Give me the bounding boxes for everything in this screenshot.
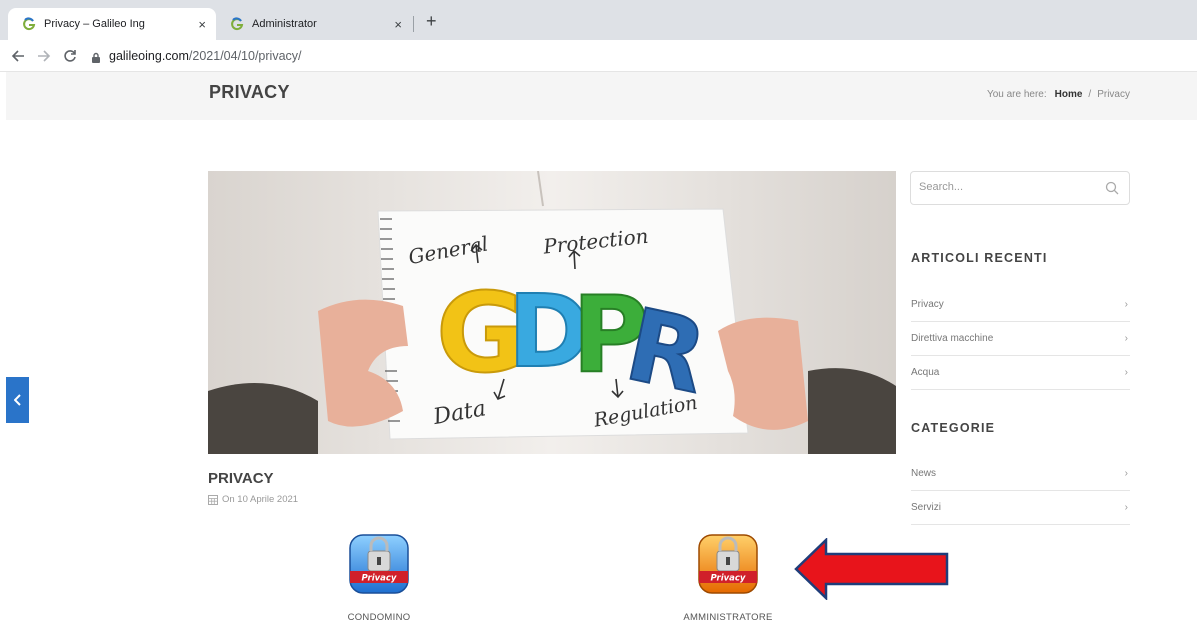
site-favicon-icon: [22, 17, 36, 31]
search-input[interactable]: [919, 181, 1089, 193]
post-title: PRIVACY: [208, 470, 274, 487]
previous-post-button[interactable]: [6, 377, 29, 423]
privacy-badge: Privacy: [711, 574, 746, 584]
close-tab-icon[interactable]: ×: [198, 17, 206, 32]
search-box: [910, 171, 1130, 205]
categories-title: CATEGORIE: [911, 421, 996, 435]
chevron-right-icon: ›: [1124, 333, 1128, 344]
url-path: /2021/04/10/privacy/: [188, 49, 302, 63]
amministratore-link[interactable]: Privacy AMMINISTRATORE: [663, 533, 793, 623]
recent-articles-title: ARTICOLI RECENTI: [911, 251, 1048, 265]
breadcrumb-home-link[interactable]: Home: [1055, 89, 1083, 100]
search-icon[interactable]: [1105, 181, 1119, 195]
breadcrumb-prefix: You are here:: [986, 89, 1047, 100]
category-label: Servizi: [911, 502, 942, 513]
recent-article-label: Acqua: [911, 367, 940, 378]
browser-toolbar: galileoing.com/2021/04/10/privacy/: [0, 40, 1197, 72]
reload-icon[interactable]: [60, 46, 80, 68]
post-date: On 10 Aprile 2021: [208, 494, 298, 505]
recent-article-link[interactable]: Privacy ›: [911, 288, 1130, 322]
back-arrow-icon[interactable]: [8, 46, 28, 68]
calendar-icon: [208, 494, 218, 505]
recent-article-label: Direttiva macchine: [911, 333, 994, 344]
recent-article-link[interactable]: Direttiva macchine ›: [911, 322, 1130, 356]
url-host: galileoing.com: [109, 49, 189, 63]
chevron-right-icon: ›: [1124, 502, 1128, 513]
condomino-label: CONDOMINO: [347, 612, 411, 623]
chevron-left-icon: [13, 394, 21, 406]
browser-tab-bar: Privacy – Galileo Ing × Administrator × …: [0, 0, 1197, 40]
post-date-text: On 10 Aprile 2021: [222, 494, 299, 505]
lock-icon[interactable]: [90, 51, 102, 63]
page-title: PRIVACY: [209, 82, 290, 102]
page-header: PRIVACY You are here: Home / Privacy: [6, 72, 1197, 120]
site-favicon-icon: [230, 17, 244, 31]
new-tab-button[interactable]: +: [426, 11, 437, 32]
tab-privacy[interactable]: Privacy – Galileo Ing ×: [8, 8, 216, 40]
amministratore-label: AMMINISTRATORE: [683, 612, 773, 623]
chevron-right-icon: ›: [1124, 299, 1128, 310]
red-arrow-annotation-icon: [794, 538, 949, 600]
condomino-link[interactable]: Privacy CONDOMINO: [324, 533, 434, 623]
category-link[interactable]: Servizi ›: [911, 491, 1130, 525]
categories-list: News › Servizi ›: [911, 457, 1130, 525]
close-tab-icon[interactable]: ×: [394, 17, 402, 32]
address-bar[interactable]: galileoing.com/2021/04/10/privacy/: [109, 49, 302, 63]
forward-arrow-icon[interactable]: [34, 46, 54, 68]
breadcrumb-current: Privacy: [1097, 89, 1130, 100]
chevron-right-icon: ›: [1124, 367, 1128, 378]
category-label: News: [911, 468, 937, 479]
tab-separator: [413, 16, 414, 32]
privacy-lock-orange-icon: Privacy: [698, 534, 758, 594]
breadcrumb-separator: /: [1088, 89, 1092, 100]
breadcrumb: You are here: Home / Privacy: [987, 89, 1130, 100]
category-link[interactable]: News ›: [911, 457, 1130, 491]
recent-article-link[interactable]: Acqua ›: [911, 356, 1130, 390]
featured-image: G D P R General Protection Data Regulati…: [208, 171, 896, 454]
recent-articles-list: Privacy › Direttiva macchine › Acqua ›: [911, 288, 1130, 390]
tab-title: Privacy – Galileo Ing: [44, 18, 145, 30]
recent-article-label: Privacy: [911, 299, 944, 310]
tab-title: Administrator: [252, 18, 317, 30]
privacy-badge: Privacy: [362, 574, 397, 584]
privacy-lock-blue-icon: Privacy: [349, 534, 409, 594]
tab-administrator[interactable]: Administrator ×: [216, 8, 412, 40]
chevron-right-icon: ›: [1124, 468, 1128, 479]
